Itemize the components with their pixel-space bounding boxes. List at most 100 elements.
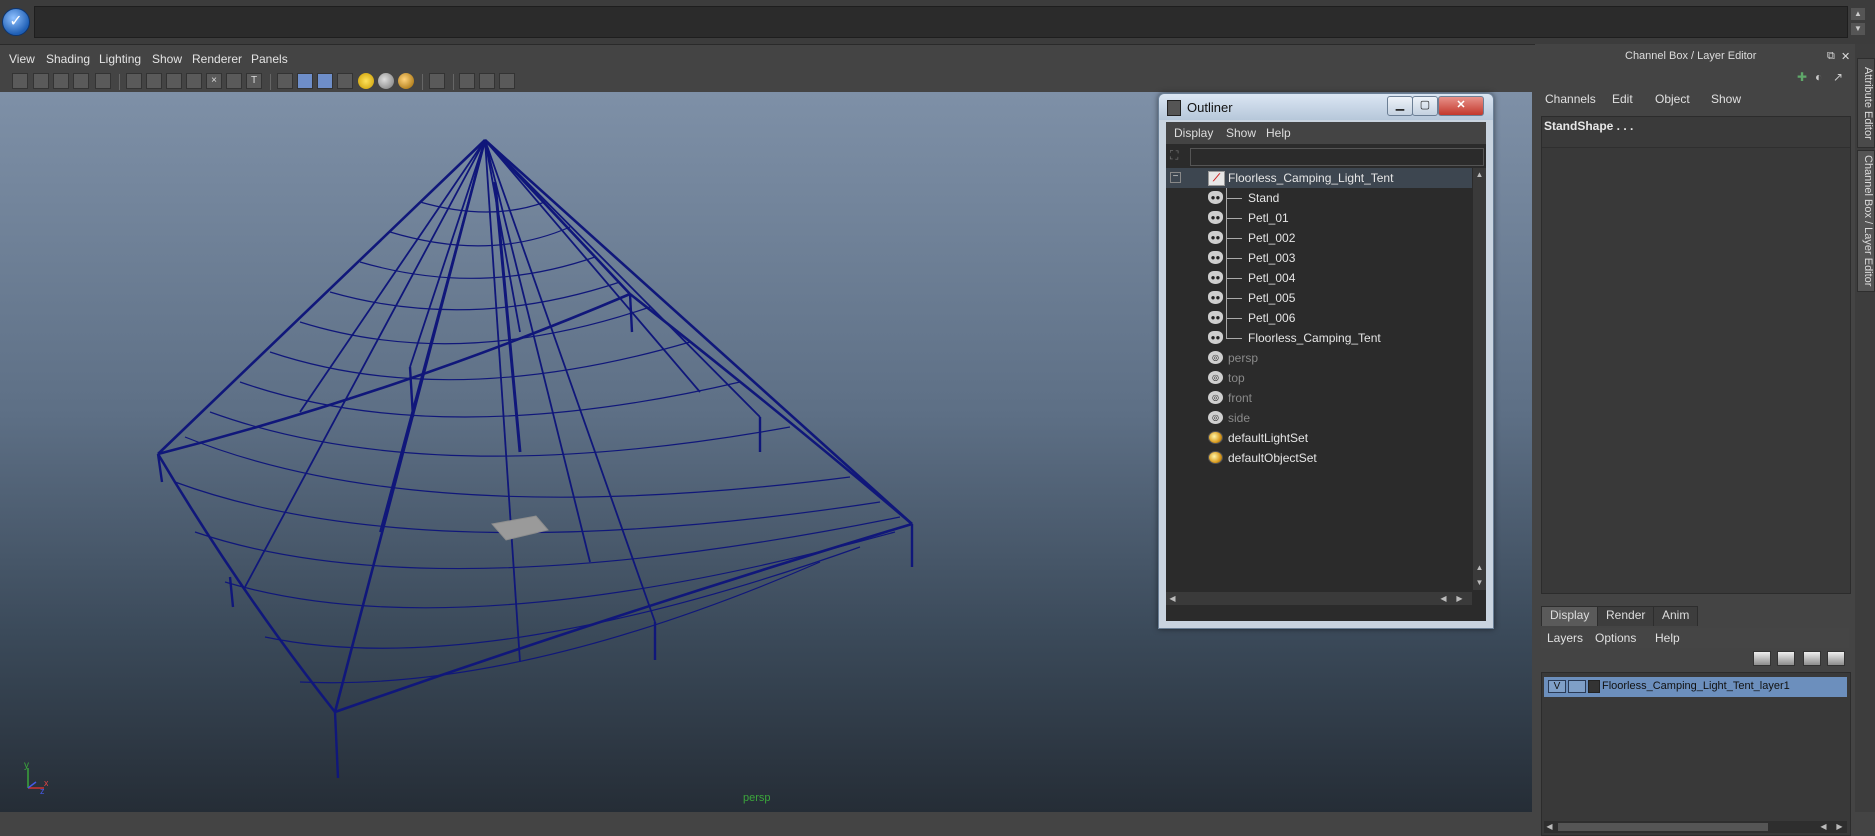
maximize-button[interactable]: ▢ <box>1412 96 1438 116</box>
resolution-gate-icon[interactable] <box>166 73 182 89</box>
layer-horizontal-scrollbar[interactable]: ◀ ◀ ▶ <box>1544 821 1847 833</box>
scroll-up-arrow-icon[interactable]: ▲ <box>1474 169 1485 180</box>
outliner-row[interactable]: defaultObjectSet <box>1166 448 1472 468</box>
menu-show[interactable]: Show <box>152 52 182 66</box>
outliner-row[interactable]: ◎ top <box>1166 368 1472 388</box>
layer-display-type-toggle[interactable] <box>1568 680 1586 693</box>
layer-name[interactable]: Floorless_Camping_Light_Tent_layer1 <box>1602 680 1790 692</box>
outliner-tree[interactable]: − ⟋ Floorless_Camping_Light_Tent ●● Stand ●● P… <box>1166 168 1472 590</box>
safe-title-icon[interactable]: T <box>246 73 262 89</box>
layer-visibility-toggle[interactable]: V <box>1548 680 1566 693</box>
tab-anim[interactable]: Anim <box>1653 606 1699 626</box>
safe-action-icon[interactable] <box>226 73 242 89</box>
menu-edit[interactable]: Edit <box>1612 92 1633 106</box>
outliner-node-label[interactable]: side <box>1228 411 1250 425</box>
outliner-horizontal-scrollbar[interactable]: ◀ ◀ ▶ <box>1166 592 1472 605</box>
scroll-down-arrow-icon[interactable]: ▼ <box>1474 577 1485 588</box>
scroll-left-arrow-icon[interactable]: ◀ <box>1167 593 1178 604</box>
grease-pencil-icon[interactable] <box>95 73 111 89</box>
menu-help[interactable]: Help <box>1655 631 1680 645</box>
move-layer-up-icon[interactable] <box>1753 651 1771 666</box>
outliner-row[interactable]: ●● Petl_003 <box>1166 248 1472 268</box>
tab-display[interactable]: Display <box>1541 606 1599 626</box>
shelf-scroll-down-icon[interactable]: ▼ <box>1851 23 1865 35</box>
high-quality-icon[interactable] <box>398 73 414 89</box>
camera-select-icon[interactable] <box>12 73 28 89</box>
check-circle-icon[interactable]: ✓ <box>2 8 30 36</box>
outliner-row[interactable]: ●● Petl_002 <box>1166 228 1472 248</box>
outliner-row[interactable]: defaultLightSet <box>1166 428 1472 448</box>
menu-panels[interactable]: Panels <box>251 52 288 66</box>
outliner-row[interactable]: ●● Petl_004 <box>1166 268 1472 288</box>
outliner-filter-input[interactable] <box>1190 148 1484 166</box>
xray-joints-icon[interactable] <box>479 73 495 89</box>
channel-box-object-row[interactable]: StandShape . . . <box>1542 117 1850 148</box>
tab-channel-box-layer-editor[interactable]: Channel Box / Layer Editor <box>1857 150 1875 292</box>
outliner-node-label[interactable]: defaultLightSet <box>1228 431 1308 445</box>
outliner-window[interactable]: Outliner ▁ ▢ ✕ Display Show Help ⛶ − ⟋ Flo… <box>1158 93 1494 629</box>
outliner-node-label[interactable]: defaultObjectSet <box>1228 451 1317 465</box>
menu-channels[interactable]: Channels <box>1545 92 1596 106</box>
menu-view[interactable]: View <box>9 52 35 66</box>
outliner-node-label[interactable]: Petl_005 <box>1248 291 1295 305</box>
camera-attributes-icon[interactable] <box>33 73 49 89</box>
gate-mask-icon[interactable] <box>186 73 202 89</box>
default-lighting-icon[interactable] <box>358 73 374 89</box>
show-tool-settings-icon[interactable]: ↗ <box>1833 70 1843 84</box>
outliner-row[interactable]: ●● Stand <box>1166 188 1472 208</box>
outliner-menu-help[interactable]: Help <box>1266 126 1291 140</box>
outliner-node-label[interactable]: Floorless_Camping_Light_Tent <box>1228 171 1393 185</box>
menu-renderer[interactable]: Renderer <box>192 52 242 66</box>
scroll-up-arrow-icon[interactable]: ▲ <box>1474 562 1485 573</box>
outliner-menu-show[interactable]: Show <box>1226 126 1256 140</box>
wireframe-icon[interactable] <box>277 73 293 89</box>
outliner-menu-display[interactable]: Display <box>1174 126 1213 140</box>
outliner-row[interactable]: ◎ side <box>1166 408 1472 428</box>
layer-list[interactable]: V Floorless_Camping_Light_Tent_layer1 ◀ … <box>1541 672 1851 836</box>
scroll-left-arrow-icon[interactable]: ◀ <box>1438 593 1449 604</box>
filter-icon[interactable]: ⛶ <box>1170 148 1184 164</box>
outliner-node-label[interactable]: Petl_003 <box>1248 251 1295 265</box>
show-channel-box-icon[interactable]: ✚ <box>1797 70 1807 84</box>
scroll-right-arrow-icon[interactable]: ▶ <box>1454 593 1465 604</box>
close-button[interactable]: ✕ <box>1438 96 1484 116</box>
outliner-node-label[interactable]: Petl_004 <box>1248 271 1295 285</box>
scroll-right-arrow-icon[interactable]: ▶ <box>1834 821 1845 832</box>
layer-color-swatch[interactable] <box>1588 680 1600 693</box>
outliner-node-label[interactable]: Petl_002 <box>1248 231 1295 245</box>
outliner-row[interactable]: ◎ persp <box>1166 348 1472 368</box>
scroll-left-arrow-icon[interactable]: ◀ <box>1818 821 1829 832</box>
outliner-row[interactable]: ●● Petl_005 <box>1166 288 1472 308</box>
menu-shading[interactable]: Shading <box>46 52 90 66</box>
menu-show[interactable]: Show <box>1711 92 1741 106</box>
layer-row[interactable]: V Floorless_Camping_Light_Tent_layer1 <box>1544 677 1847 697</box>
smooth-shade-icon[interactable] <box>297 73 313 89</box>
outliner-row[interactable]: ●● Petl_01 <box>1166 208 1472 228</box>
shadows-icon[interactable] <box>378 73 394 89</box>
wireframe-on-shaded-icon[interactable] <box>317 73 333 89</box>
float-panel-icon[interactable]: ⧉ <box>1827 50 1835 63</box>
tab-attribute-editor[interactable]: Attribute Editor <box>1857 58 1875 148</box>
close-icon[interactable]: ✕ <box>1841 50 1850 63</box>
grid-icon[interactable] <box>126 73 142 89</box>
outliner-node-label[interactable]: top <box>1228 371 1245 385</box>
outliner-node-label[interactable]: Stand <box>1248 191 1279 205</box>
field-chart-icon[interactable]: × <box>206 73 222 89</box>
menu-options[interactable]: Options <box>1595 631 1636 645</box>
bookmark-icon[interactable] <box>53 73 69 89</box>
outliner-node-label[interactable]: persp <box>1228 351 1258 365</box>
outliner-row[interactable]: ●● Petl_006 <box>1166 308 1472 328</box>
outliner-row[interactable]: ◎ front <box>1166 388 1472 408</box>
new-layer-from-selected-icon[interactable] <box>1827 651 1845 666</box>
xray-active-icon[interactable] <box>499 73 515 89</box>
film-gate-icon[interactable] <box>146 73 162 89</box>
xray-icon[interactable] <box>459 73 475 89</box>
isolate-select-icon[interactable] <box>429 73 445 89</box>
outliner-titlebar[interactable]: Outliner ▁ ▢ ✕ <box>1159 94 1493 120</box>
outliner-row[interactable]: − ⟋ Floorless_Camping_Light_Tent <box>1166 168 1472 188</box>
outliner-node-label[interactable]: front <box>1228 391 1252 405</box>
show-attribute-editor-icon[interactable]: ◐ <box>1815 70 1822 84</box>
move-layer-down-icon[interactable] <box>1777 651 1795 666</box>
scroll-left-arrow-icon[interactable]: ◀ <box>1544 821 1555 832</box>
new-empty-layer-icon[interactable] <box>1803 651 1821 666</box>
